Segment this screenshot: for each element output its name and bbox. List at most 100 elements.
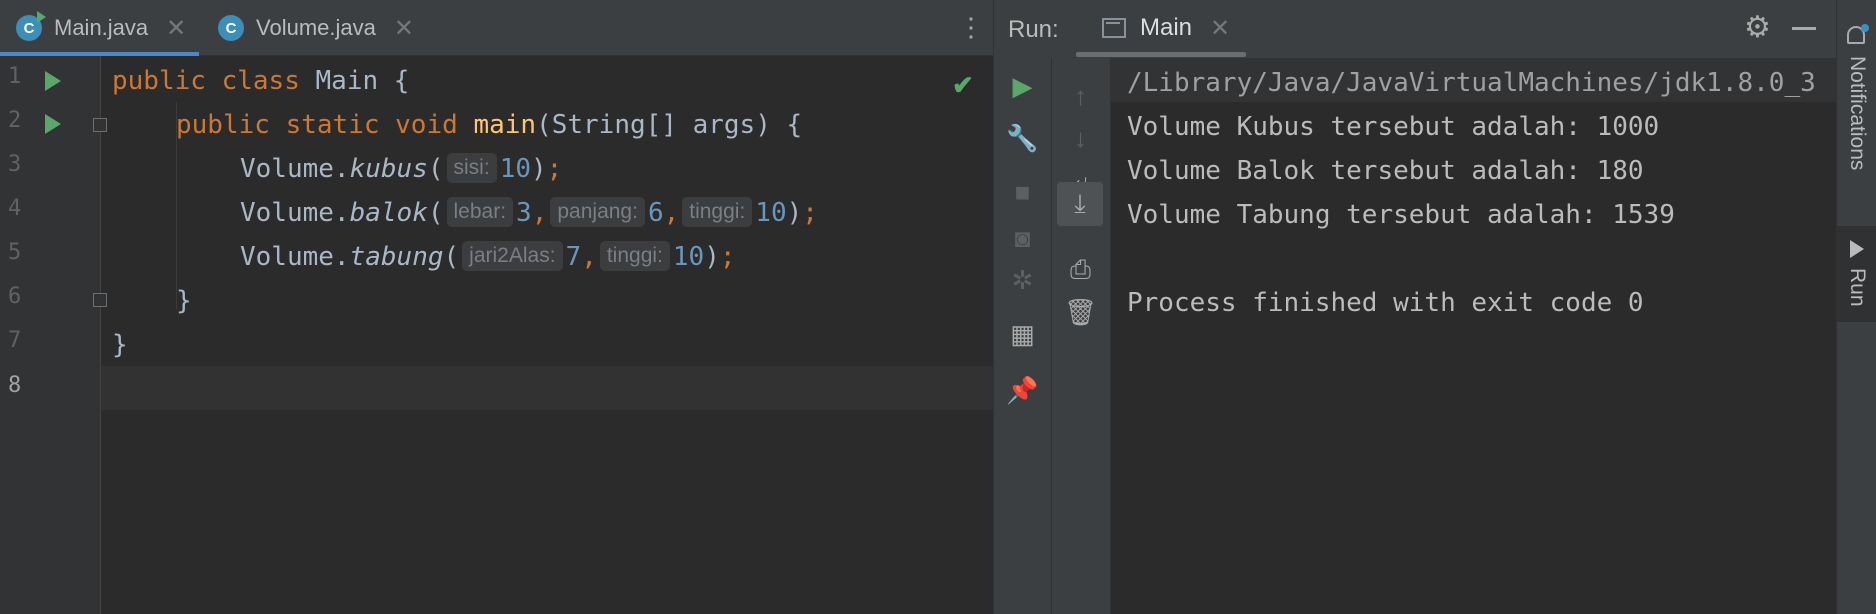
run-toolbar-right: ↑ ↓ ⤶ ⤓ ⎙ 🗑 bbox=[1052, 58, 1111, 614]
number-literal: 10 bbox=[672, 242, 705, 272]
line-number: 5 bbox=[8, 240, 22, 265]
code-text: ( bbox=[427, 154, 444, 184]
run-tab-label: Main bbox=[1140, 14, 1193, 41]
console-line: Process finished with exit code 0 bbox=[1127, 288, 1644, 318]
semicolon: ; bbox=[546, 154, 563, 184]
print-icon[interactable]: ⎙ bbox=[1052, 248, 1109, 292]
tab-label: Volume.java bbox=[256, 15, 376, 40]
no-problems-check-icon[interactable]: ✔ bbox=[952, 70, 974, 101]
method-call: balok bbox=[349, 198, 428, 228]
console-icon bbox=[1102, 18, 1126, 38]
tab-main-java[interactable]: C Main.java ✕ bbox=[16, 0, 186, 56]
code-text: ( bbox=[427, 198, 444, 228]
fold-icon[interactable] bbox=[93, 293, 107, 307]
code-editor: C Main.java ✕ C Volume.java ✕ ⋮ 1 2 3 4 … bbox=[0, 0, 993, 614]
close-icon[interactable]: ✕ bbox=[394, 14, 414, 43]
close-icon[interactable]: ✕ bbox=[1210, 14, 1230, 43]
parameter-hint: jari2Alas: bbox=[462, 240, 563, 271]
run-gutter-icon[interactable] bbox=[45, 71, 61, 91]
parameter-hint: tinggi: bbox=[599, 240, 670, 271]
gutter-divider bbox=[100, 56, 101, 614]
notifications-label: Notifications bbox=[1846, 56, 1869, 171]
current-line-highlight bbox=[101, 366, 993, 410]
pin-icon[interactable]: 📌 bbox=[994, 368, 1051, 412]
code-line-1: public class Main { bbox=[112, 59, 409, 103]
parameter-hint: tinggi: bbox=[682, 196, 753, 227]
run-stripe-label: Run bbox=[1846, 268, 1869, 307]
more-tabs-icon[interactable]: ⋮ bbox=[958, 12, 984, 42]
line-number: 6 bbox=[8, 284, 22, 309]
console-line: Volume Tabung tersebut adalah: 1539 bbox=[1127, 200, 1675, 230]
number-literal: 6 bbox=[647, 198, 664, 228]
arrow-down-icon[interactable]: ↓ bbox=[1052, 116, 1109, 160]
run-gutter-icon[interactable] bbox=[45, 114, 61, 134]
code-text: Volume. bbox=[240, 198, 350, 228]
code-line-4: Volume.balok(lebar: 3, panjang: 6, tinggi: 10… bbox=[240, 191, 818, 235]
method-call: tabung bbox=[349, 242, 444, 272]
minimize-icon[interactable] bbox=[1792, 27, 1816, 30]
number-literal: 3 bbox=[516, 198, 532, 228]
number-literal: 10 bbox=[499, 154, 531, 184]
trash-icon[interactable]: 🗑 bbox=[1052, 290, 1109, 334]
code-text: Main { bbox=[299, 66, 410, 96]
editor-tab-bar: C Main.java ✕ C Volume.java ✕ ⋮ bbox=[0, 0, 993, 56]
close-icon[interactable]: ✕ bbox=[166, 14, 186, 43]
debug-icon[interactable]: ✲ bbox=[994, 258, 1051, 302]
camera-icon[interactable]: ◙ bbox=[994, 216, 1051, 260]
notifications-button[interactable]: Notifications bbox=[1837, 20, 1876, 200]
tab-label: Main.java bbox=[54, 15, 149, 40]
code-line-7: } bbox=[112, 330, 128, 360]
comma: , bbox=[581, 242, 597, 272]
line-number: 8 bbox=[8, 373, 22, 398]
fold-icon[interactable] bbox=[93, 118, 107, 132]
arrow-up-icon[interactable]: ↑ bbox=[1052, 74, 1109, 118]
semicolon: ; bbox=[802, 198, 818, 228]
run-tool-window: Run: Main ✕ ⚙ ▶ 🔧 ■ ◙ ✲ ▦ 📌 ↑ ↓ ⤶ ⤓ ⎙ 🗑 … bbox=[993, 0, 1837, 614]
run-tab-main[interactable]: Main ✕ bbox=[1102, 0, 1230, 56]
line-number: 3 bbox=[8, 152, 22, 177]
code-line-2: public static void main(String[] args) { bbox=[176, 103, 802, 147]
keyword: void bbox=[395, 110, 458, 140]
comma: , bbox=[663, 198, 680, 228]
keyword: public bbox=[112, 66, 206, 96]
line-number: 7 bbox=[8, 328, 22, 353]
active-tab-indicator bbox=[1076, 52, 1246, 57]
method-name: main bbox=[473, 110, 537, 140]
keyword: class bbox=[221, 66, 300, 96]
method-call: kubus bbox=[349, 154, 428, 184]
tab-volume-java[interactable]: C Volume.java ✕ bbox=[218, 0, 414, 56]
code-text: ( bbox=[443, 242, 460, 272]
code-line-3: Volume.kubus(sisi: 10); bbox=[240, 147, 562, 191]
run-icon bbox=[1850, 240, 1864, 258]
console-output[interactable]: /Library/Java/JavaVirtualMachines/jdk1.8… bbox=[1111, 58, 1837, 614]
notification-badge bbox=[1861, 24, 1869, 32]
console-line: /Library/Java/JavaVirtualMachines/jdk1.8… bbox=[1127, 68, 1816, 98]
line-number: 4 bbox=[8, 196, 22, 221]
run-stripe-button[interactable]: Run bbox=[1837, 226, 1876, 322]
keyword: public bbox=[176, 110, 270, 140]
code-text: Volume. bbox=[240, 242, 350, 272]
stop-icon[interactable]: ■ bbox=[994, 170, 1051, 214]
console-line: Volume Kubus tersebut adalah: 1000 bbox=[1127, 112, 1660, 142]
java-class-icon: C bbox=[218, 15, 244, 41]
code-line-5: Volume.tabung(jari2Alas: 7, tinggi: 10); bbox=[240, 235, 736, 279]
run-header: Run: Main ✕ ⚙ bbox=[994, 0, 1837, 58]
code-text: Volume. bbox=[240, 154, 350, 184]
scroll-to-end-icon[interactable]: ⤓ bbox=[1057, 182, 1103, 226]
comma: , bbox=[531, 198, 548, 228]
console-line: Volume Balok tersebut adalah: 180 bbox=[1127, 156, 1644, 186]
gear-icon[interactable]: ⚙ bbox=[1744, 10, 1771, 45]
line-number: 2 bbox=[8, 108, 22, 133]
code-text: ) bbox=[786, 198, 803, 228]
semicolon: ; bbox=[719, 242, 736, 272]
java-class-run-icon: C bbox=[16, 11, 46, 41]
run-toolbar-left: ▶ 🔧 ■ ◙ ✲ ▦ 📌 bbox=[994, 58, 1052, 614]
parameter-hint: lebar: bbox=[446, 196, 514, 227]
parameter-hint: sisi: bbox=[446, 152, 497, 183]
wrench-icon[interactable]: 🔧 bbox=[994, 116, 1051, 160]
layout-icon[interactable]: ▦ bbox=[994, 312, 1051, 356]
code-text: ) bbox=[704, 242, 720, 272]
code-text: (String[] args) { bbox=[536, 110, 803, 140]
rerun-icon[interactable]: ▶ bbox=[994, 64, 1051, 108]
right-tool-stripe: Notifications Run bbox=[1836, 0, 1876, 614]
